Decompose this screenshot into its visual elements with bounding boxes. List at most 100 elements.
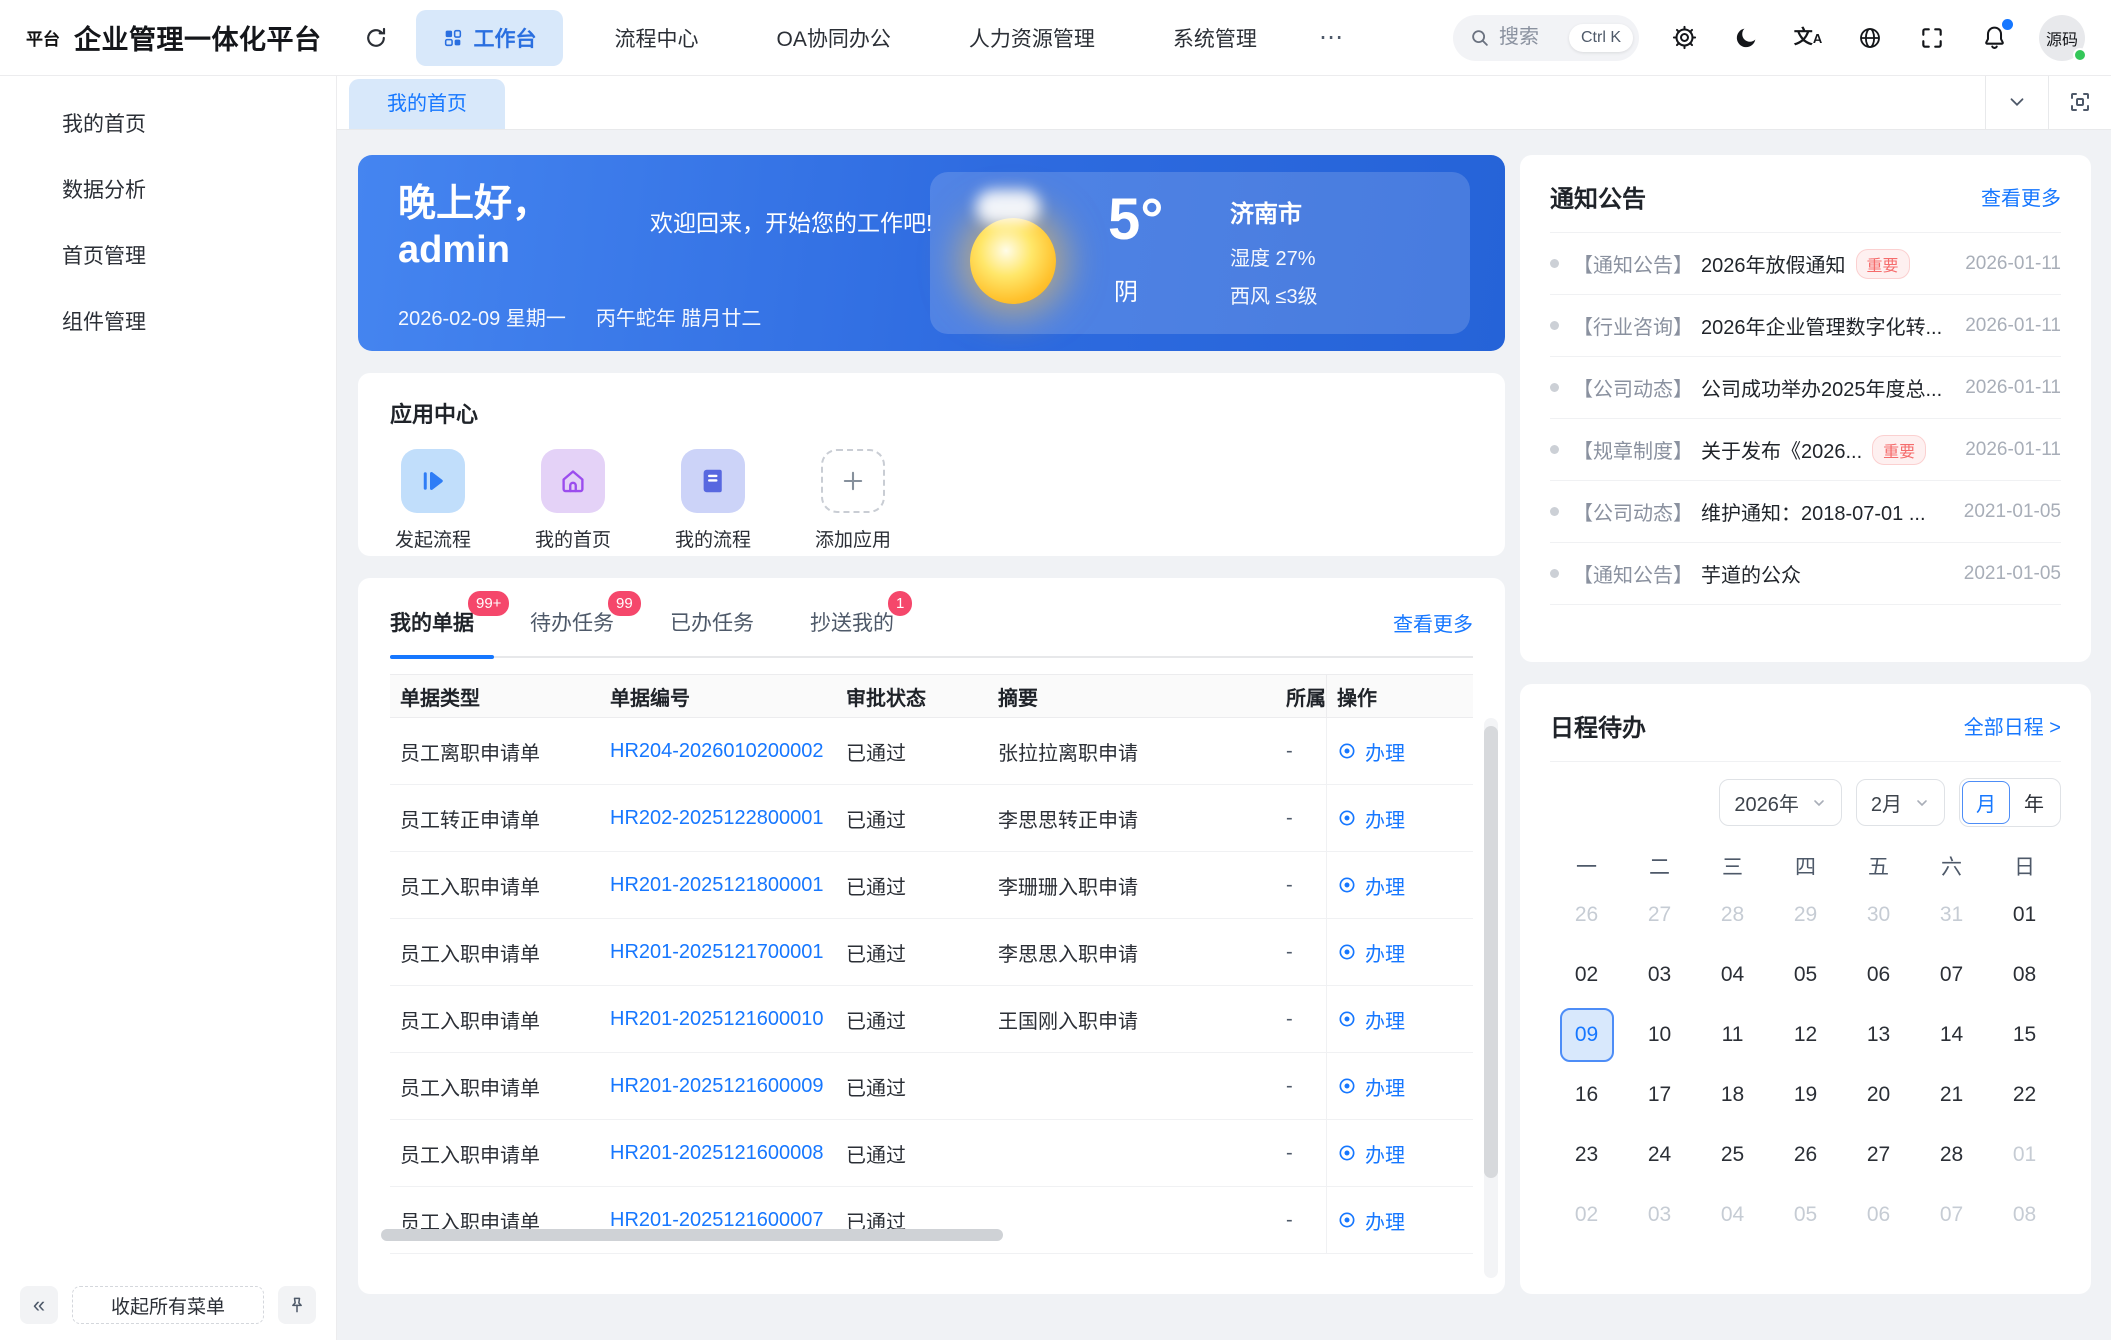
calendar-day[interactable]: 07 (1915, 945, 1988, 1005)
dark-mode-toggle[interactable] (1731, 23, 1761, 53)
app-my-process[interactable]: 我的流程 (670, 449, 756, 552)
calendar-day[interactable]: 26 (1769, 1125, 1842, 1185)
search-input[interactable] (1499, 26, 1561, 49)
notices-view-more-link[interactable]: 查看更多 (1981, 182, 2061, 211)
calendar-day[interactable]: 02 (1550, 945, 1623, 1005)
document-number-link[interactable]: HR201-2025121800001 (600, 874, 836, 897)
calendar-day[interactable]: 02 (1550, 1185, 1623, 1245)
maximize-content-button[interactable] (2048, 75, 2111, 129)
document-number-link[interactable]: HR204-2026010200002 (600, 740, 836, 763)
notice-item[interactable]: 【公司动态】 公司成功举办2025年度总... 重要 2026-01-11 (1550, 357, 2061, 419)
handle-action-button[interactable]: 办理 (1326, 785, 1473, 851)
calendar-day[interactable]: 10 (1623, 1005, 1696, 1065)
task-tab[interactable]: 抄送我的 1 (810, 607, 894, 637)
calendar-day[interactable]: 13 (1842, 1005, 1915, 1065)
calendar-day[interactable]: 08 (1988, 945, 2061, 1005)
handle-action-button[interactable]: 办理 (1326, 1120, 1473, 1186)
notifications-button[interactable] (1979, 23, 2009, 53)
calendar-day[interactable]: 25 (1696, 1125, 1769, 1185)
calendar-day[interactable]: 03 (1623, 1185, 1696, 1245)
notice-item[interactable]: 【通知公告】 芋道的公众 重要 2021-01-05 (1550, 543, 2061, 605)
tab-my-home[interactable]: 我的首页 (349, 79, 505, 129)
nav-item[interactable]: 系统管理 (1147, 10, 1283, 66)
handle-action-button[interactable]: 办理 (1326, 919, 1473, 985)
handle-action-button[interactable]: 办理 (1326, 852, 1473, 918)
calendar-day[interactable]: 28 (1915, 1125, 1988, 1185)
nav-item[interactable]: ⋯ (1309, 10, 1355, 65)
calendar-day[interactable]: 23 (1550, 1125, 1623, 1185)
calendar-day[interactable]: 31 (1915, 885, 1988, 945)
calendar-day[interactable]: 28 (1696, 885, 1769, 945)
calendar-day[interactable]: 27 (1842, 1125, 1915, 1185)
calendar-day[interactable]: 19 (1769, 1065, 1842, 1125)
user-avatar[interactable]: 源码 (2039, 15, 2085, 61)
sidebar-item[interactable]: 首页管理 (0, 224, 336, 290)
notice-item[interactable]: 【规章制度】 关于发布《2026... 重要 2026-01-11 (1550, 419, 2061, 481)
table-horizontal-scrollbar[interactable] (381, 1229, 1471, 1241)
document-number-link[interactable]: HR201-2025121600010 (600, 1008, 836, 1031)
lock-screen-button[interactable] (1855, 23, 1885, 53)
calendar-day[interactable]: 09 (1550, 1005, 1623, 1065)
calendar-day[interactable]: 20 (1842, 1065, 1915, 1125)
notice-item[interactable]: 【通知公告】 2026年放假通知 重要 2026-01-11 (1550, 233, 2061, 295)
sidebar-item[interactable]: 组件管理 (0, 290, 336, 356)
handle-action-button[interactable]: 办理 (1326, 718, 1473, 784)
handle-action-button[interactable]: 办理 (1326, 1187, 1473, 1253)
sidebar-item[interactable]: 我的首页 (0, 92, 336, 158)
collapse-all-menus-button[interactable]: 收起所有菜单 (72, 1286, 264, 1324)
calendar-day[interactable]: 27 (1623, 885, 1696, 945)
task-tab[interactable]: 已办任务 (670, 607, 754, 637)
fullscreen-button[interactable] (1917, 23, 1947, 53)
calendar-day[interactable]: 24 (1623, 1125, 1696, 1185)
calendar-day[interactable]: 14 (1915, 1005, 1988, 1065)
calendar-day[interactable]: 06 (1842, 1185, 1915, 1245)
pin-menu-button[interactable] (278, 1286, 316, 1324)
calendar-day[interactable]: 29 (1769, 885, 1842, 945)
calendar-day[interactable]: 17 (1623, 1065, 1696, 1125)
mode-month-button[interactable]: 月 (1962, 781, 2010, 824)
calendar-day[interactable]: 04 (1696, 1185, 1769, 1245)
calendar-day[interactable]: 21 (1915, 1065, 1988, 1125)
handle-action-button[interactable]: 办理 (1326, 986, 1473, 1052)
sidebar-item[interactable]: 数据分析 (0, 158, 336, 224)
mode-year-button[interactable]: 年 (2010, 781, 2058, 824)
task-tab[interactable]: 待办任务 99 (530, 607, 614, 637)
nav-item[interactable]: OA协同办公 (751, 10, 917, 66)
calendar-day[interactable]: 08 (1988, 1185, 2061, 1245)
document-number-link[interactable]: HR201-2025121600009 (600, 1075, 836, 1098)
task-tab[interactable]: 我的单据 99+ (390, 607, 474, 637)
calendar-day[interactable]: 01 (1988, 885, 2061, 945)
document-number-link[interactable]: HR201-2025121600008 (600, 1142, 836, 1165)
calendar-day[interactable]: 07 (1915, 1185, 1988, 1245)
notice-item[interactable]: 【行业咨询】 2026年企业管理数字化转... 重要 2026-01-11 (1550, 295, 2061, 357)
table-vertical-scrollbar[interactable] (1484, 718, 1498, 1278)
year-select[interactable]: 2026年 (1719, 779, 1842, 826)
calendar-day[interactable]: 05 (1769, 1185, 1842, 1245)
notice-item[interactable]: 【公司动态】 维护通知：2018-07-01 ... 重要 2021-01-05 (1550, 481, 2061, 543)
tab-options-button[interactable] (1985, 75, 2048, 129)
app-start-process[interactable]: 发起流程 (390, 449, 476, 552)
calendar-day[interactable]: 22 (1988, 1065, 2061, 1125)
calendar-day[interactable]: 26 (1550, 885, 1623, 945)
app-my-home[interactable]: 我的首页 (530, 449, 616, 552)
calendar-day[interactable]: 06 (1842, 945, 1915, 1005)
settings-button[interactable] (1669, 23, 1699, 53)
all-schedule-link[interactable]: 全部日程 > (1964, 711, 2061, 740)
calendar-day[interactable]: 15 (1988, 1005, 2061, 1065)
calendar-day[interactable]: 30 (1842, 885, 1915, 945)
document-number-link[interactable]: HR202-2025122800001 (600, 807, 836, 830)
app-add[interactable]: 添加应用 (810, 449, 896, 552)
calendar-day[interactable]: 01 (1988, 1125, 2061, 1185)
calendar-day[interactable]: 03 (1623, 945, 1696, 1005)
global-search[interactable]: Ctrl K (1453, 15, 1639, 61)
calendar-day[interactable]: 16 (1550, 1065, 1623, 1125)
tasks-view-more-link[interactable]: 查看更多 (1393, 608, 1473, 637)
calendar-day[interactable]: 12 (1769, 1005, 1842, 1065)
calendar-day[interactable]: 11 (1696, 1005, 1769, 1065)
calendar-day[interactable]: 18 (1696, 1065, 1769, 1125)
month-select[interactable]: 2月 (1856, 779, 1945, 826)
document-number-link[interactable]: HR201-2025121700001 (600, 941, 836, 964)
handle-action-button[interactable]: 办理 (1326, 1053, 1473, 1119)
calendar-day[interactable]: 05 (1769, 945, 1842, 1005)
refresh-button[interactable] (356, 18, 396, 58)
